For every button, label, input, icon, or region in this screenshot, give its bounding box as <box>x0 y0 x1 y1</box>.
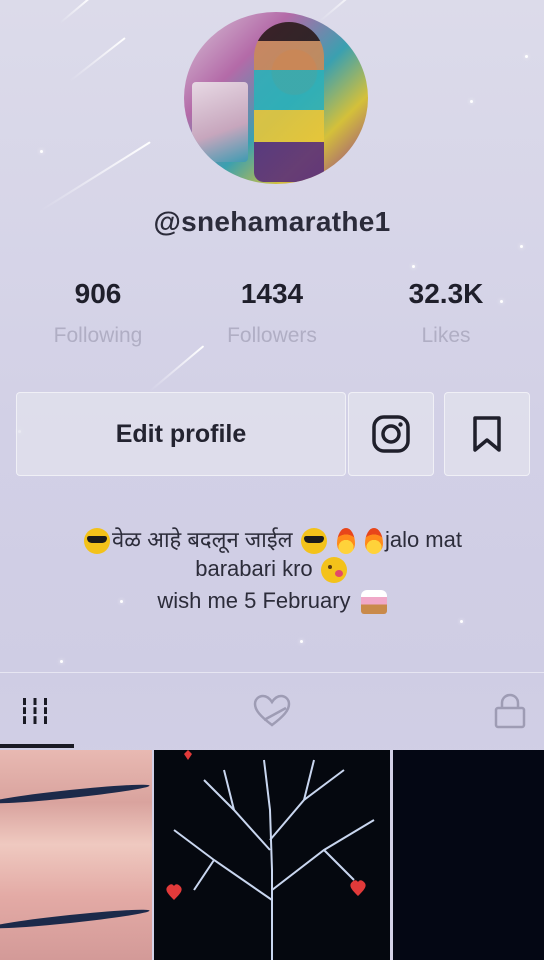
edit-profile-button[interactable]: Edit profile <box>16 392 346 476</box>
tab-videos[interactable] <box>0 673 70 749</box>
bookmark-button[interactable] <box>444 392 530 476</box>
sunglasses-emoji-icon <box>84 528 110 555</box>
stat-likes[interactable]: 32.3K Likes <box>376 278 516 348</box>
video-grid <box>0 750 544 960</box>
stat-likes-count: 32.3K <box>408 278 484 309</box>
thumbnail-detail <box>0 781 150 807</box>
bio-marathi-text: वेळ आहे बदलून जाईल <box>112 527 293 552</box>
kiss-emoji-icon <box>320 557 347 584</box>
stat-following-label: Following <box>53 324 143 347</box>
instagram-icon <box>372 415 410 453</box>
bio-line-3-text: wish me 5 February <box>157 588 351 613</box>
bio-line-1: वेळ आहे बदलून जाईल jalo mat <box>0 524 544 555</box>
stat-followers-label: Followers <box>227 324 317 347</box>
bookmark-icon <box>473 416 501 452</box>
grid-icon <box>21 698 49 724</box>
cake-emoji-icon <box>360 590 387 615</box>
tab-liked[interactable] <box>232 673 312 749</box>
thumbnail-detail <box>0 906 150 932</box>
tree-artwork <box>166 750 375 960</box>
stat-following-count: 906 <box>74 278 122 309</box>
tab-private[interactable] <box>480 673 540 749</box>
profile-tabs <box>0 672 544 751</box>
fire-emoji-icon <box>336 528 355 555</box>
video-thumbnail[interactable] <box>393 750 544 960</box>
lock-icon <box>494 693 526 729</box>
bio-line-1-tail: jalo mat <box>384 527 462 552</box>
bio-line-2: barabari kro <box>0 556 544 584</box>
video-thumbnail[interactable] <box>154 750 390 960</box>
liked-heart-icon <box>253 694 291 727</box>
fire-emoji-icon <box>364 528 383 555</box>
username: @snehamarathe1 <box>153 206 391 237</box>
bio-line-3: wish me 5 February <box>0 588 544 615</box>
stat-following[interactable]: 906 Following <box>28 278 168 348</box>
sunglasses-emoji-icon <box>300 528 327 555</box>
video-thumbnail[interactable] <box>0 750 152 960</box>
stat-followers-count: 1434 <box>240 278 304 309</box>
bio-line-2-text: barabari kro <box>195 556 313 581</box>
avatar-figure <box>254 22 324 182</box>
instagram-button[interactable] <box>348 392 434 476</box>
stat-likes-label: Likes <box>421 324 471 347</box>
avatar-inset-photo <box>192 82 248 162</box>
stat-followers[interactable]: 1434 Followers <box>202 278 342 348</box>
active-tab-indicator <box>0 744 74 748</box>
profile-avatar[interactable] <box>184 12 368 184</box>
